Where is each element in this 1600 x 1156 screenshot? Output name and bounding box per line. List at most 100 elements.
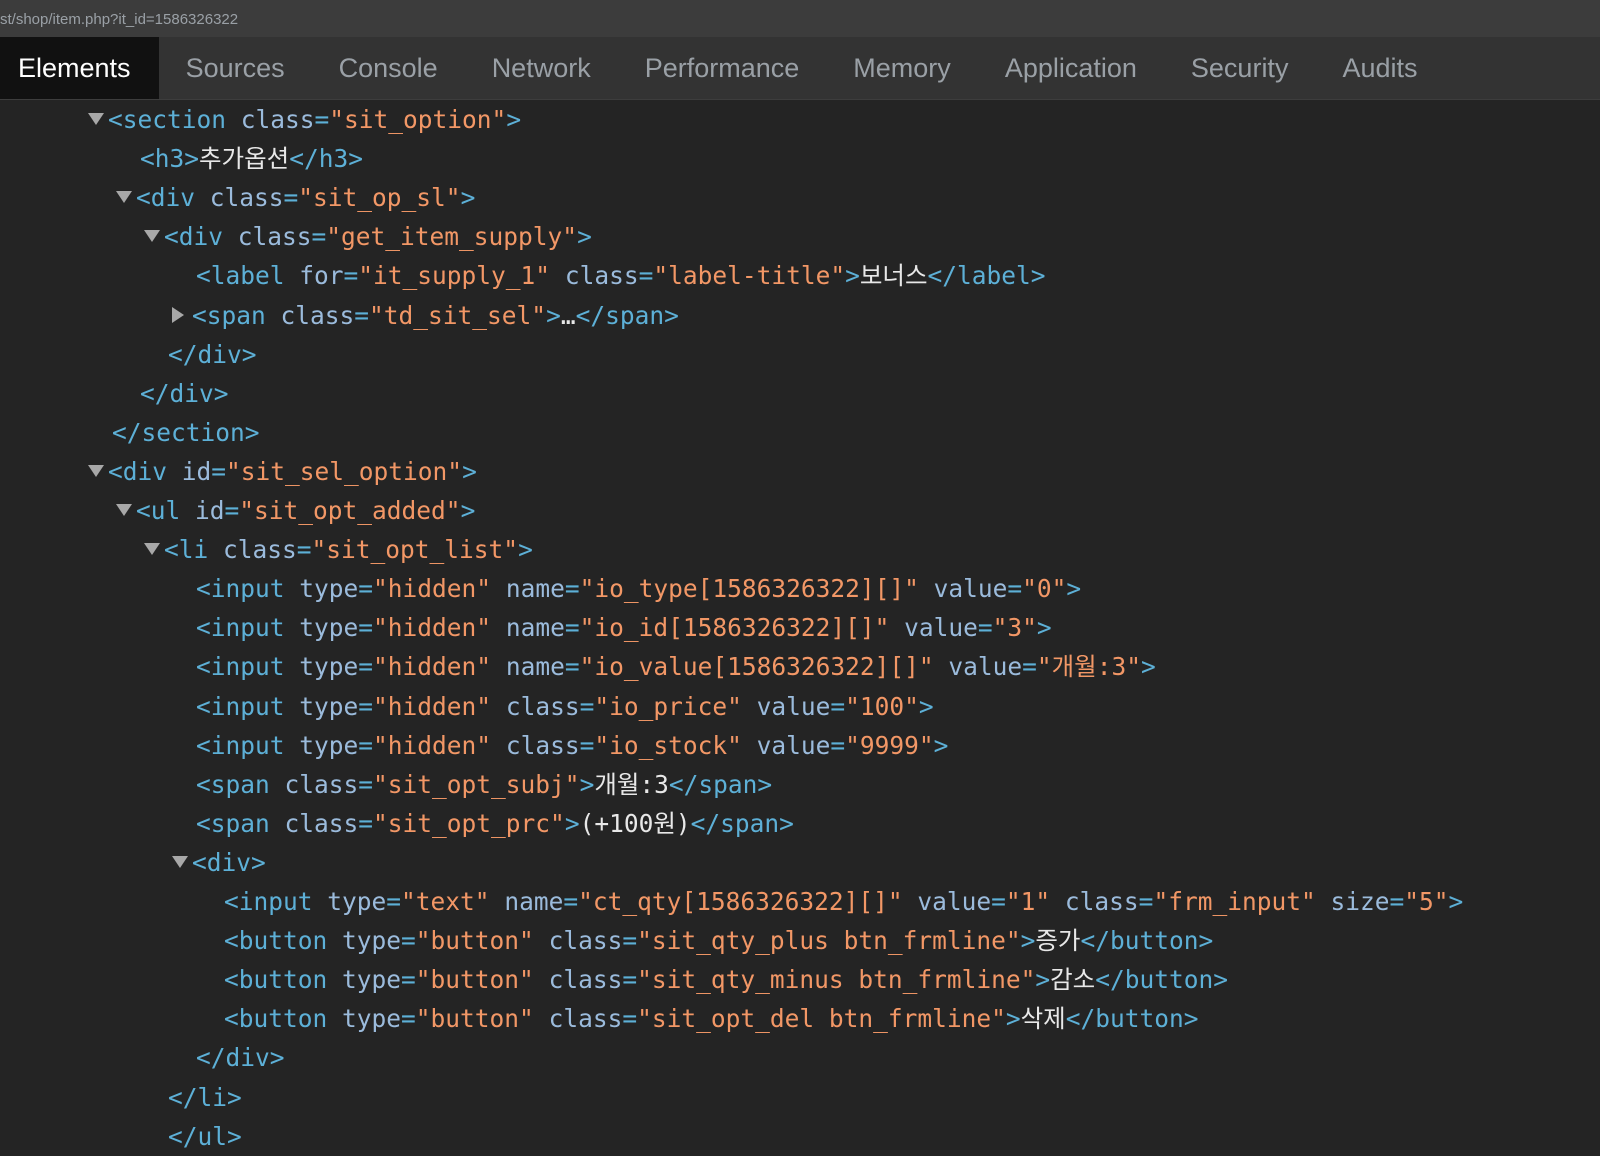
dom-tree-node[interactable]: <div class="sit_op_sl"> (116, 178, 475, 217)
tab-application[interactable]: Application (978, 37, 1164, 99)
attribute-name: type (284, 730, 359, 760)
tag-token: <div (136, 183, 196, 213)
tab-elements[interactable]: Elements (0, 37, 159, 99)
dom-tree-node[interactable]: </div> (144, 335, 257, 374)
tag-token: = (211, 456, 227, 486)
tag-token: </h3> (289, 144, 363, 174)
attribute-name: class (533, 926, 623, 956)
dom-tree-node[interactable]: <input type="hidden" class="io_stock" va… (172, 726, 948, 765)
dom-tree-node[interactable]: <input type="hidden" name="io_value[1586… (172, 647, 1156, 686)
tab-sources[interactable]: Sources (159, 37, 312, 99)
attribute-name: class (208, 535, 297, 565)
tag-token: > (1066, 574, 1082, 604)
tag-token: </span> (575, 300, 679, 330)
tag-token: <button (224, 1004, 328, 1034)
attribute-value: "button" (415, 965, 534, 995)
attribute-value: "0" (1022, 574, 1067, 604)
dom-tree-node[interactable]: <span class="td_sit_sel">…</span> (172, 296, 679, 335)
tag-token: > (918, 691, 934, 721)
attribute-value: "5" (1404, 887, 1449, 916)
attribute-value: "button" (415, 1004, 534, 1034)
dom-tree-node[interactable]: <span class="sit_opt_prc">(+100원)</span> (172, 804, 794, 843)
tag-token: > (460, 496, 476, 525)
tag-token: = (564, 613, 580, 643)
dom-tree-node[interactable]: <input type="hidden" name="io_type[15863… (172, 569, 1081, 608)
dom-tree-node[interactable]: <section class="sit_option"> (88, 100, 521, 139)
attribute-name: value (889, 613, 978, 643)
attribute-value: "it_supply_1" (358, 261, 551, 291)
attribute-value: "frm_input" (1153, 887, 1316, 916)
dom-tree-node[interactable]: </div> (116, 374, 229, 413)
text-node: 삭제 (1020, 1004, 1066, 1034)
tag-token: = (401, 1004, 416, 1034)
tag-token: > (1020, 926, 1036, 956)
dom-tree-node[interactable]: <input type="hidden" class="io_price" va… (172, 687, 934, 726)
tag-token: <input (196, 730, 285, 760)
tab-network[interactable]: Network (465, 37, 618, 99)
expand-triangle-icon[interactable] (88, 113, 104, 125)
attribute-value: "io_value[1586326322][]" (579, 652, 934, 682)
expand-triangle-icon[interactable] (144, 543, 160, 556)
dom-tree-node[interactable]: </div> (172, 1038, 285, 1077)
dom-tree-node[interactable]: <label for="it_supply_1" class="label-ti… (172, 256, 1046, 295)
address-bar[interactable]: st/shop/item.php?it_id=1586326322 (0, 0, 1600, 37)
attribute-name: type (312, 887, 387, 916)
attribute-name: class (491, 691, 580, 721)
expand-triangle-icon[interactable] (116, 504, 132, 516)
tag-token: </div> (196, 1043, 285, 1073)
dom-tree-node[interactable]: </li> (144, 1078, 242, 1117)
tag-token: = (1138, 887, 1154, 916)
expand-triangle-icon[interactable] (116, 191, 132, 204)
tag-token: = (638, 261, 654, 291)
tag-token: > (460, 183, 476, 213)
attribute-name: name (489, 887, 564, 916)
dom-tree-node[interactable]: <button type="button" class="sit_qty_min… (200, 960, 1228, 999)
attribute-value: "sit_qty_minus btn_frmline" (637, 965, 1036, 995)
attribute-name: class (195, 183, 284, 213)
attribute-value: "100" (845, 691, 919, 721)
dom-tree-node[interactable]: <li class="sit_opt_list"> (144, 530, 533, 569)
attribute-value: "sit_opt_prc" (373, 808, 565, 838)
attribute-value: "sit_opt_del btn_frmline" (637, 1004, 1006, 1034)
attribute-value: "get_item_supply" (326, 222, 578, 252)
text-node: 추가옵션 (199, 144, 290, 174)
attribute-name: type (284, 613, 359, 643)
attribute-name: type (327, 1004, 402, 1034)
attribute-value: "개월:3" (1036, 652, 1141, 682)
attribute-value: "hidden" (373, 730, 492, 760)
attribute-name: size (1315, 887, 1390, 916)
expand-triangle-icon[interactable] (144, 230, 160, 243)
collapsed-triangle-icon[interactable] (172, 306, 184, 323)
tab-performance[interactable]: Performance (618, 37, 827, 99)
dom-tree-node[interactable]: <input type="hidden" name="io_id[1586326… (172, 608, 1052, 647)
tag-token: = (622, 965, 638, 995)
dom-tree-node[interactable]: <div> (172, 843, 266, 882)
dom-tree-node[interactable]: <button type="button" class="sit_opt_del… (200, 999, 1198, 1038)
tag-token: = (343, 261, 359, 291)
tab-console[interactable]: Console (312, 37, 465, 99)
attribute-name: value (741, 730, 831, 760)
dom-tree-node[interactable]: <div id="sit_sel_option"> (88, 452, 477, 491)
dom-tree-node[interactable]: <h3>추가옵션</h3> (116, 139, 363, 178)
expand-triangle-icon[interactable] (172, 855, 188, 868)
attribute-name: type (284, 574, 359, 604)
dom-tree-node[interactable]: <span class="sit_opt_subj">개월:3</span> (172, 765, 772, 804)
tag-token: = (314, 105, 330, 134)
tag-token: <h3> (140, 144, 200, 174)
dom-tree-node[interactable]: <input type="text" name="ct_qty[15863263… (200, 882, 1463, 921)
tab-security[interactable]: Security (1164, 37, 1316, 99)
tab-memory[interactable]: Memory (826, 37, 978, 99)
dom-tree-node[interactable]: <div class="get_item_supply"> (144, 217, 592, 256)
dom-tree-node[interactable]: </section> (88, 413, 260, 452)
tag-token: = (358, 613, 374, 643)
tab-audits[interactable]: Audits (1315, 37, 1444, 99)
expand-triangle-icon[interactable] (88, 464, 104, 477)
tag-token: = (1022, 652, 1037, 682)
tag-token: </li> (168, 1082, 242, 1112)
dom-tree-node[interactable]: <ul id="sit_opt_added"> (116, 491, 475, 530)
dom-tree-node[interactable]: <button type="button" class="sit_qty_plu… (200, 921, 1213, 960)
attribute-name: class (223, 222, 312, 252)
tag-token: = (358, 730, 374, 760)
attribute-name: for (284, 261, 344, 291)
tag-token: > (518, 535, 533, 565)
